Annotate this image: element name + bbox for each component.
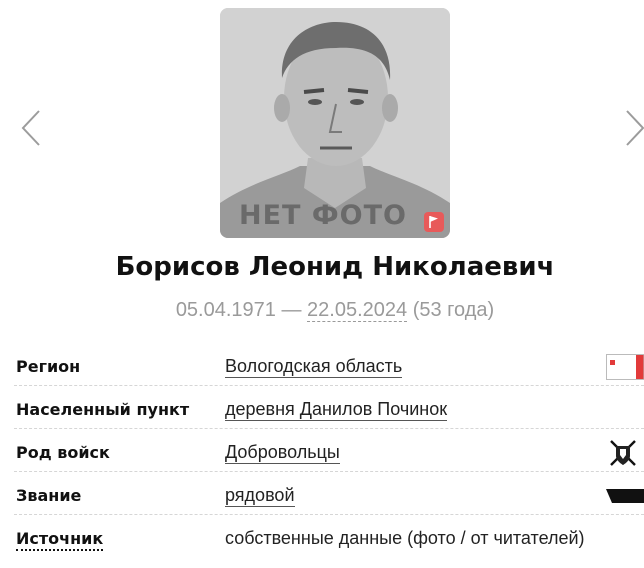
chevron-left-icon <box>21 110 40 146</box>
rank-insignia-icon <box>606 489 644 503</box>
person-name: Борисов Леонид Николаевич <box>115 252 555 282</box>
vologda-flag-icon <box>606 354 644 380</box>
detail-label: Населенный пункт <box>16 400 190 419</box>
troops-link[interactable]: Добровольцы <box>225 442 340 464</box>
portrait-photo[interactable]: НЕТ ФОТО <box>220 8 450 238</box>
life-dates: 05.04.1971 — 22.05.2024 (53 года) <box>0 299 644 322</box>
volunteers-emblem-icon <box>610 440 636 466</box>
death-date[interactable]: 22.05.2024 <box>307 299 408 322</box>
source-label-link[interactable]: Источник <box>16 529 104 551</box>
row-divider <box>14 385 644 386</box>
detail-label: Род войск <box>16 443 110 462</box>
age: (53 года) <box>412 299 495 321</box>
source-value: собственные данные (фото / от читателей) <box>225 528 585 548</box>
detail-label: Звание <box>16 486 82 505</box>
row-divider <box>14 428 644 429</box>
row-divider <box>14 471 644 472</box>
detail-row-rank: Звание рядовой <box>14 475 644 515</box>
flag-icon <box>429 216 438 228</box>
date-separator: — <box>281 299 302 321</box>
region-link[interactable]: Вологодская область <box>225 356 403 378</box>
detail-label: Регион <box>16 357 81 376</box>
previous-photo-button[interactable] <box>20 108 44 148</box>
detail-row-locality: Населенный пункт деревня Данилов Починок <box>14 389 644 429</box>
next-photo-button[interactable] <box>624 108 644 148</box>
row-divider <box>14 514 644 515</box>
detail-row-troops: Род войск Добровольцы <box>14 432 644 472</box>
birth-date: 05.04.1971 <box>175 299 276 321</box>
detail-row-region: Регион Вологодская область <box>14 346 644 386</box>
chevron-right-icon <box>626 110 644 146</box>
locality-link[interactable]: деревня Данилов Починок <box>225 399 448 421</box>
no-photo-label: НЕТ ФОТО <box>239 200 407 231</box>
report-photo-button[interactable] <box>424 212 444 232</box>
detail-row-source: Источник собственные данные (фото / от ч… <box>14 518 644 558</box>
rank-link[interactable]: рядовой <box>225 485 295 507</box>
